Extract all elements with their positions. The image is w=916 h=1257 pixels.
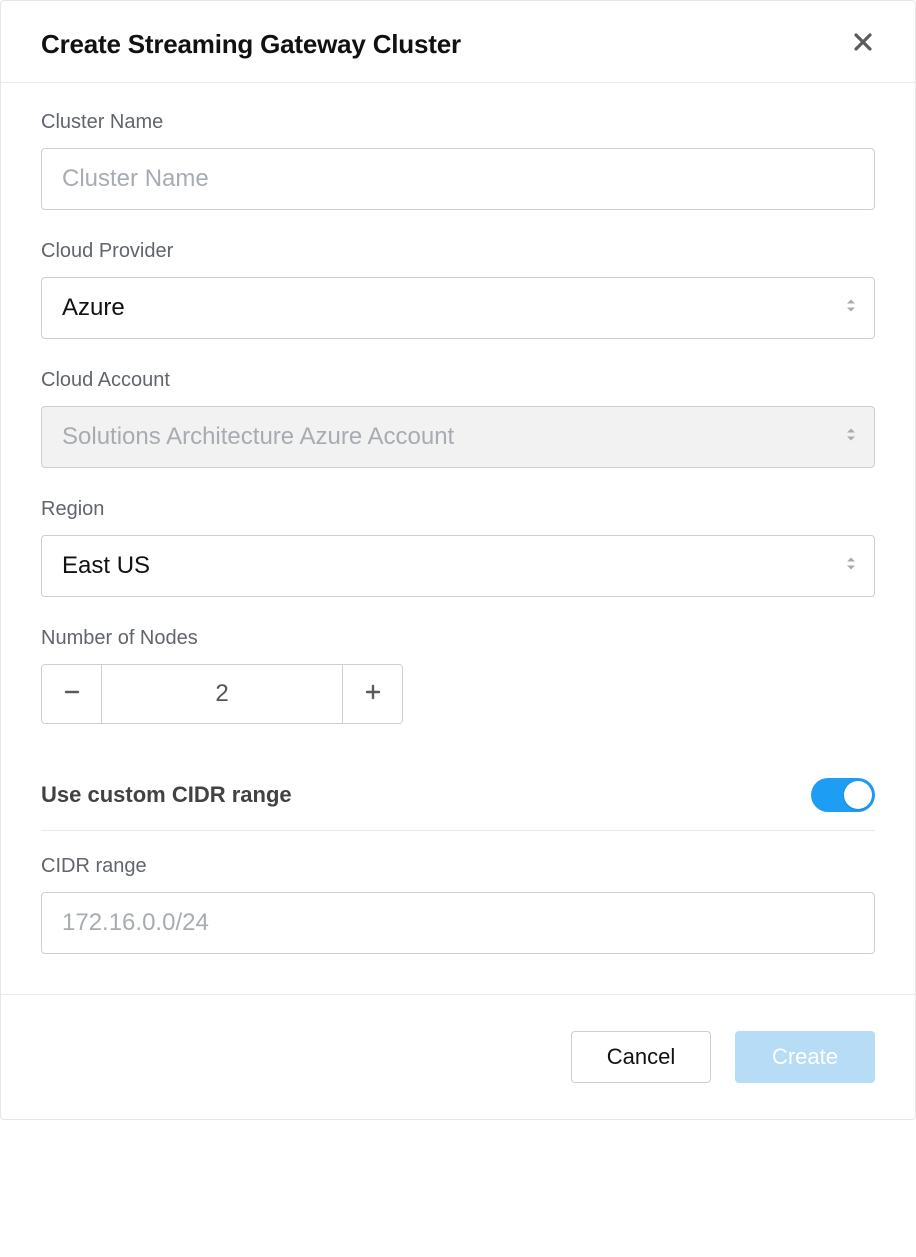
cidr-range-input[interactable]: [41, 892, 875, 954]
cancel-button-label: Cancel: [607, 1044, 675, 1070]
field-cloud-account: Cloud Account Solutions Architecture Azu…: [41, 369, 875, 468]
close-button[interactable]: [851, 33, 875, 57]
nodes-increment-button[interactable]: [342, 665, 402, 723]
cloud-provider-select[interactable]: Azure: [41, 277, 875, 339]
nodes-decrement-button[interactable]: [42, 665, 102, 723]
region-label: Region: [41, 498, 875, 521]
cloud-provider-value: Azure: [62, 294, 125, 322]
toggle-knob: [844, 781, 872, 809]
close-icon: [853, 32, 873, 57]
dialog-header: Create Streaming Gateway Cluster: [1, 1, 915, 83]
cluster-name-input[interactable]: [41, 148, 875, 210]
nodes-stepper: [41, 664, 403, 724]
plus-icon: [364, 683, 382, 706]
create-cluster-dialog: Create Streaming Gateway Cluster Cluster…: [0, 0, 916, 1120]
field-number-of-nodes: Number of Nodes: [41, 627, 875, 724]
dialog-title: Create Streaming Gateway Cluster: [41, 29, 461, 60]
create-button-label: Create: [772, 1044, 838, 1070]
field-cluster-name: Cluster Name: [41, 111, 875, 210]
cloud-account-value: Solutions Architecture Azure Account: [62, 423, 454, 451]
region-value: East US: [62, 552, 150, 580]
field-cloud-provider: Cloud Provider Azure: [41, 240, 875, 339]
field-cidr-range: CIDR range: [41, 855, 875, 954]
create-button[interactable]: Create: [735, 1031, 875, 1083]
custom-cidr-label: Use custom CIDR range: [41, 782, 292, 808]
custom-cidr-toggle[interactable]: [811, 778, 875, 812]
field-region: Region East US: [41, 498, 875, 597]
region-select[interactable]: East US: [41, 535, 875, 597]
minus-icon: [63, 683, 81, 706]
dialog-body: Cluster Name Cloud Provider Azure Cloud …: [1, 83, 915, 994]
nodes-label: Number of Nodes: [41, 627, 875, 650]
cloud-provider-label: Cloud Provider: [41, 240, 875, 263]
dialog-footer: Cancel Create: [1, 994, 915, 1119]
field-custom-cidr-toggle: Use custom CIDR range: [41, 754, 875, 831]
cloud-account-select: Solutions Architecture Azure Account: [41, 406, 875, 468]
cloud-account-label: Cloud Account: [41, 369, 875, 392]
cidr-range-label: CIDR range: [41, 855, 875, 878]
nodes-value-input[interactable]: [102, 665, 342, 723]
cancel-button[interactable]: Cancel: [571, 1031, 711, 1083]
cluster-name-label: Cluster Name: [41, 111, 875, 134]
